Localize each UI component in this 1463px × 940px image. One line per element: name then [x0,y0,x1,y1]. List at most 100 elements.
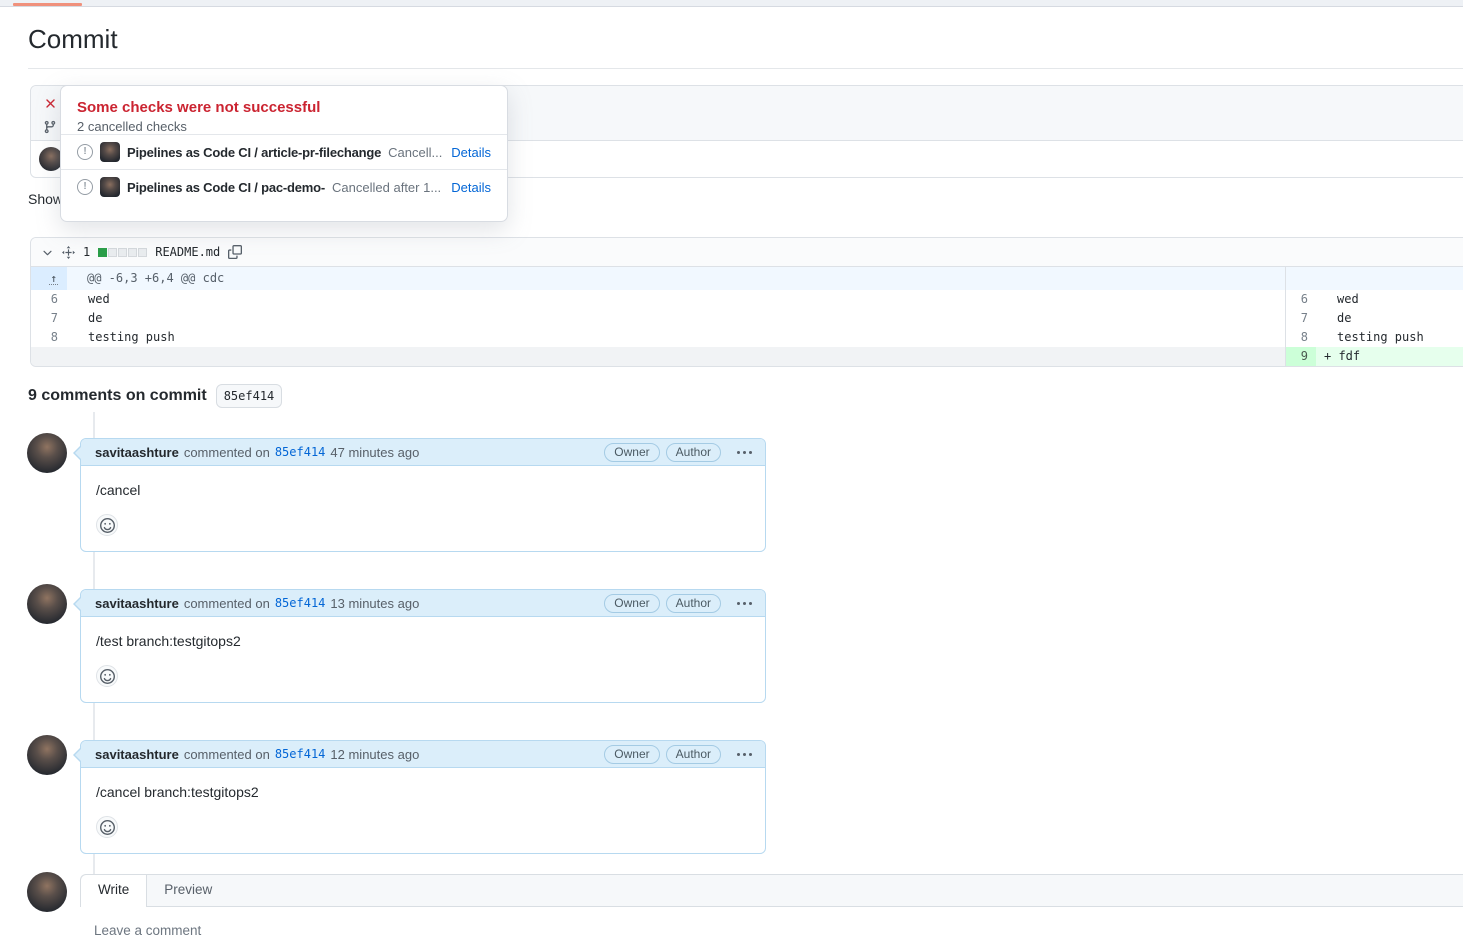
comment-author-avatar[interactable] [27,433,67,473]
comment-input[interactable]: Leave a comment [94,923,201,938]
code-line: testing push [1316,328,1463,347]
kebab-menu-icon[interactable] [735,598,754,609]
check-status: Cancell... [388,145,442,160]
author-badge: Author [666,443,721,462]
comment-body: /test branch:testgitops2 [81,617,765,702]
comment-body: /cancel [81,466,765,551]
line-number: 6 [31,290,67,309]
comment-editor: Write Preview Leave a comment [80,874,1463,940]
hunk-header: @@ -6,3 +6,4 @@ cdc [67,267,1285,290]
copy-icon[interactable] [228,245,242,259]
chevron-down-icon[interactable] [41,246,54,259]
author-badge: Author [666,594,721,613]
comment-author-link[interactable]: savitaashture [95,596,179,611]
comment-author-avatar[interactable] [27,584,67,624]
line-number: 7 [1286,309,1316,328]
x-failed-icon [43,96,58,111]
kebab-menu-icon[interactable] [735,447,754,458]
line-number: 7 [31,309,67,328]
diff-file-header: 1 README.md [31,238,1463,267]
check-row: ! Pipelines as Code CI / article-pr-file… [61,134,507,169]
line-number: 9 [1286,347,1316,366]
code-line: wed [67,290,1285,309]
code-line: de [1316,309,1463,328]
editor-tabs: Write Preview [80,874,1463,907]
top-bar [0,0,1463,7]
kebab-menu-icon[interactable] [735,749,754,760]
comment-body: /cancel branch:testgitops2 [81,768,765,853]
author-badge: Author [666,745,721,764]
tab-preview[interactable]: Preview [147,875,229,906]
diff-filename[interactable]: README.md [155,245,220,259]
checks-popover-subtitle: 2 cancelled checks [77,119,491,134]
check-details-link[interactable]: Details [451,180,491,195]
comment-sha-link[interactable]: 85ef414 [275,747,326,761]
smiley-icon [100,518,115,533]
comment-sha-link[interactable]: 85ef414 [275,596,326,610]
comment-text: /test branch:testgitops2 [96,633,750,649]
cancelled-check-icon: ! [77,144,93,160]
owner-badge: Owner [604,443,659,462]
comment-action-text: commented on [184,747,270,762]
current-user-avatar [27,872,67,912]
comment-author-avatar[interactable] [27,735,67,775]
add-reaction-button[interactable] [96,665,118,687]
new-comment-form: Write Preview Leave a comment [0,866,1463,940]
check-name: Pipelines as Code CI / article-pr-filech… [127,145,381,160]
expand-up-icon: ↑ [49,274,58,285]
comment-action-text: commented on [184,596,270,611]
title-divider [28,68,1463,69]
comment-item: savitaashture commented on 85ef414 47 mi… [0,433,1463,558]
comment-header: savitaashture commented on 85ef414 47 mi… [81,439,765,466]
code-line: testing push [67,328,1285,347]
check-status: Cancelled after 1... [332,180,441,195]
commit-sha-chip[interactable]: 85ef414 [216,384,283,408]
checks-popover: Some checks were not successful 2 cancel… [60,85,508,222]
check-name: Pipelines as Code CI / pac-demo- [127,180,325,195]
tab-write[interactable]: Write [81,875,147,907]
move-handle-icon[interactable] [62,246,75,259]
diff-pane-old: ↑ @@ -6,3 +6,4 @@ cdc 6wed 7de 8testing … [31,267,1285,366]
check-app-avatar [100,142,120,162]
diff-file-box: 1 README.md ↑ @@ -6,3 +6,4 @@ cdc 6wed 7… [30,237,1463,367]
comment-action-text: commented on [184,445,270,460]
comment-item: savitaashture commented on 85ef414 12 mi… [0,735,1463,860]
line-number: 6 [1286,290,1316,309]
comment-timestamp: 13 minutes ago [330,596,419,611]
smiley-icon [100,820,115,835]
expand-hunk-button[interactable]: ↑ [31,267,67,290]
smiley-icon [100,669,115,684]
comment-timestamp: 12 minutes ago [330,747,419,762]
diffstat-blocks [98,248,147,257]
comments-heading: 9 comments on commit 85ef414 [28,384,282,408]
comment-header: savitaashture commented on 85ef414 12 mi… [81,741,765,768]
comment-box: savitaashture commented on 85ef414 13 mi… [80,589,766,703]
commit-page: Commit U t Some checks were not successf… [0,0,1463,940]
comment-text: /cancel [96,482,750,498]
git-branch-icon [43,120,57,134]
hunk-header-right [1316,267,1463,290]
comment-box: savitaashture commented on 85ef414 47 mi… [80,438,766,552]
comment-author-link[interactable]: savitaashture [95,747,179,762]
checks-popover-title: Some checks were not successful [77,99,491,116]
comment-header: savitaashture commented on 85ef414 13 mi… [81,590,765,617]
code-line: de [67,309,1285,328]
check-details-link[interactable]: Details [451,145,491,160]
comment-author-link[interactable]: savitaashture [95,445,179,460]
page-title: Commit [28,24,118,55]
line-number: 8 [1286,328,1316,347]
comment-text: /cancel branch:testgitops2 [96,784,750,800]
diff-split-view: ↑ @@ -6,3 +6,4 @@ cdc 6wed 7de 8testing … [31,267,1463,366]
diff-pane-new: 6wed 7de 8testing push 9+ fdf [1285,267,1463,366]
check-row: ! Pipelines as Code CI / pac-demo- Cance… [61,169,507,204]
files-changed-summary-fragment: Show [28,191,63,207]
line-number: 8 [31,328,67,347]
cancelled-check-icon: ! [77,179,93,195]
added-code-line: + fdf [1316,347,1463,366]
comment-box: savitaashture commented on 85ef414 12 mi… [80,740,766,854]
add-reaction-button[interactable] [96,816,118,838]
add-reaction-button[interactable] [96,514,118,536]
comment-sha-link[interactable]: 85ef414 [275,445,326,459]
comment-item: savitaashture commented on 85ef414 13 mi… [0,584,1463,709]
empty-diff-cell [31,347,1285,366]
